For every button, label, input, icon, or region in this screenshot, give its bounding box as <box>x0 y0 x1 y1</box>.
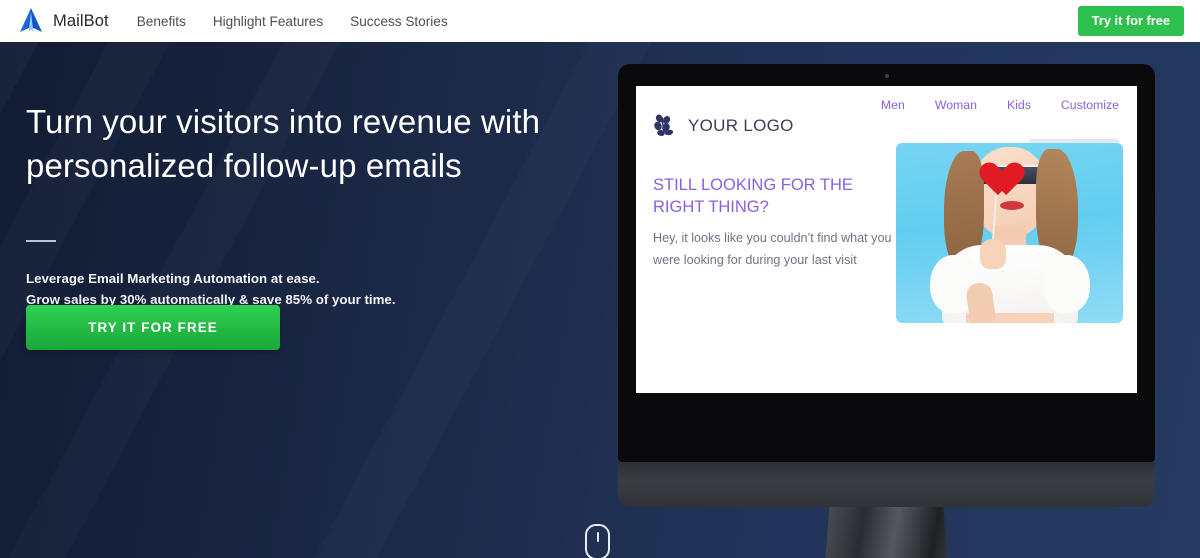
landing-page: MailBot Benefits Highlight Features Succ… <box>0 0 1200 558</box>
site-nav-link-customize[interactable]: Customize <box>1061 98 1119 112</box>
nav-link-highlight-features[interactable]: Highlight Features <box>213 14 323 29</box>
hero-copy-column: Turn your visitors into revenue with per… <box>0 42 600 558</box>
brand[interactable]: MailBot <box>18 7 109 35</box>
scroll-mouse-icon[interactable] <box>585 524 610 558</box>
photo-lips <box>1000 201 1024 210</box>
site-nav-link-men[interactable]: Men <box>881 98 905 112</box>
mockup-site-nav: Men Woman Kids Customize <box>881 98 1119 112</box>
monitor-screen: Men Woman Kids Customize YOUR LOGO STILL… <box>636 86 1137 393</box>
mockup-site-logo: YOUR LOGO <box>653 114 794 138</box>
brand-name: MailBot <box>53 11 109 30</box>
hero-try-free-button[interactable]: TRY IT FOR FREE <box>26 305 280 350</box>
hero-subcopy: Leverage Email Marketing Automation at e… <box>26 268 446 310</box>
nav-link-success-stories[interactable]: Success Stories <box>350 14 447 29</box>
headline-divider <box>26 240 56 242</box>
site-nav-link-kids[interactable]: Kids <box>1007 98 1031 112</box>
hero-section: Turn your visitors into revenue with per… <box>0 42 1200 558</box>
nav-links: Benefits Highlight Features Success Stor… <box>137 14 448 29</box>
photo-heart-prop <box>972 149 1012 185</box>
leaf-branch-icon <box>654 114 674 137</box>
nav-link-benefits[interactable]: Benefits <box>137 14 186 29</box>
paper-plane-logo-icon <box>20 8 42 32</box>
email-hero-photo <box>896 143 1123 323</box>
photo-sleeve-right <box>1044 255 1090 313</box>
email-body: Hey, it looks like you couldn’t find wha… <box>653 231 892 267</box>
monitor-bezel: Men Woman Kids Customize YOUR LOGO STILL… <box>618 64 1155 462</box>
site-logo-text: YOUR LOGO <box>688 116 794 135</box>
page-title: Turn your visitors into revenue with per… <box>26 103 541 184</box>
site-nav-link-woman[interactable]: Woman <box>935 98 977 112</box>
monitor-chin <box>618 462 1155 507</box>
monitor-mockup: Men Woman Kids Customize YOUR LOGO STILL… <box>618 64 1155 558</box>
photo-hand <box>980 239 1006 269</box>
top-navbar: MailBot Benefits Highlight Features Succ… <box>0 0 1200 42</box>
hero-subcopy-line-1: Leverage Email Marketing Automation at e… <box>26 271 320 286</box>
monitor-stand-neck <box>824 507 949 558</box>
webcam-icon <box>884 74 889 78</box>
navbar-try-free-button[interactable]: Try it for free <box>1077 6 1184 36</box>
email-heading: STILL LOOKING FOR THE RIGHT THING? <box>653 176 853 216</box>
